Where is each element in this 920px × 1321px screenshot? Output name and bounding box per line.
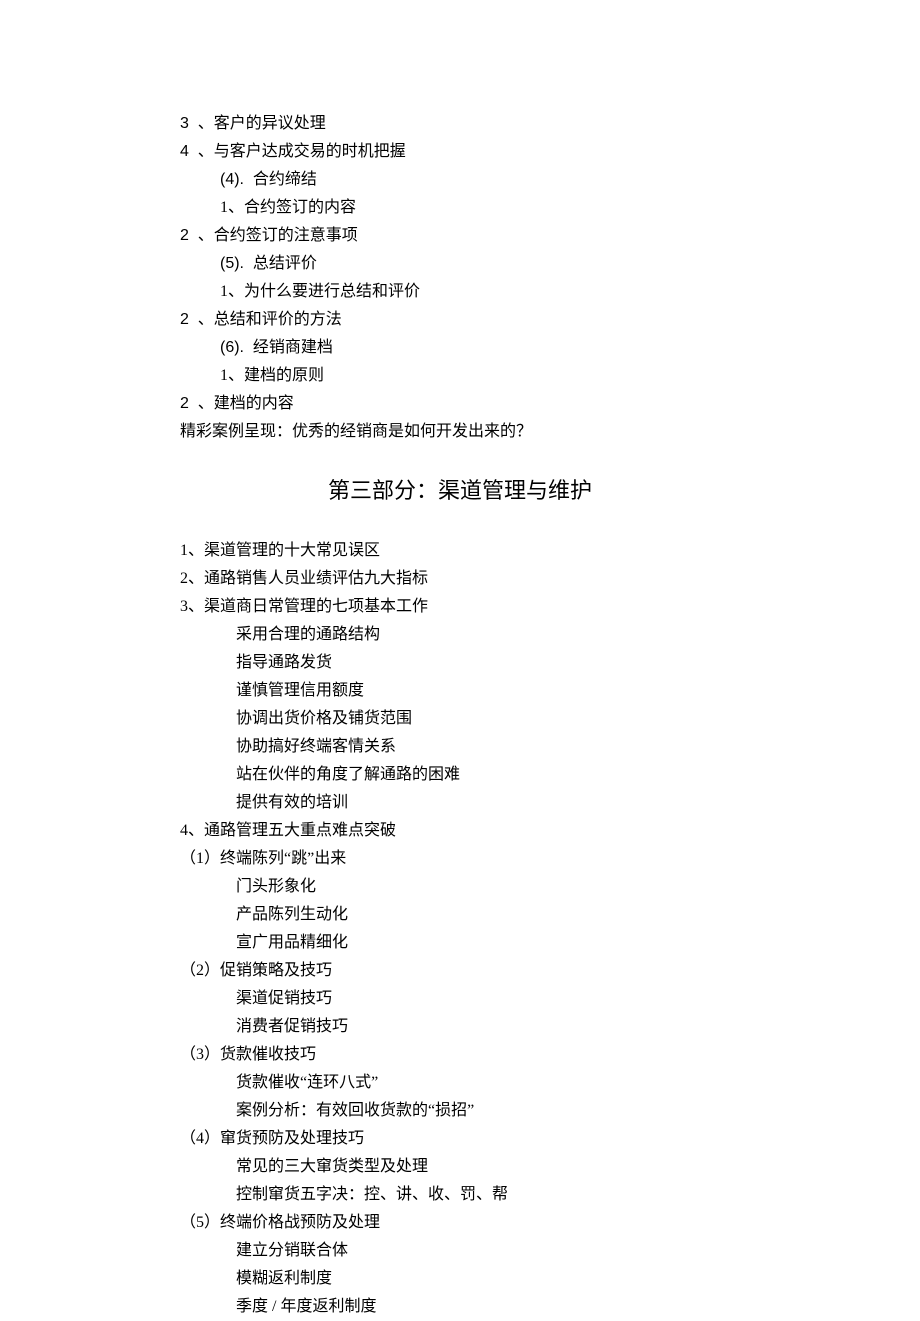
outline-line: （4）窜货预防及处理技巧 [180,1125,740,1153]
outline-line: 4 、与客户达成交易的时机把握 [180,138,740,166]
outline-line: 3、渠道商日常管理的七项基本工作 [180,593,740,621]
document-page: 3 、客户的异议处理4 、与客户达成交易的时机把握(4). 合约缔结1、合约签订… [0,0,920,1321]
outline-line: 案例分析：有效回收货款的“损招” [180,1097,740,1125]
outline-line: 2 、建档的内容 [180,390,740,418]
outline-line: 宣广用品精细化 [180,929,740,957]
bottom-outline-block: 1、渠道管理的十大常见误区2、通路销售人员业绩评估九大指标3、渠道商日常管理的七… [180,537,740,1321]
outline-line: 协助搞好终端客情关系 [180,733,740,761]
outline-line: 协调出货价格及铺货范围 [180,705,740,733]
outline-line: 精彩案例呈现：优秀的经销商是如何开发出来的？ [180,418,740,446]
outline-line: 建立分销联合体 [180,1237,740,1265]
outline-line: 产品陈列生动化 [180,901,740,929]
outline-line: 1、合约签订的内容 [180,194,740,222]
outline-line: 门头形象化 [180,873,740,901]
outline-line: (4). 合约缔结 [180,166,740,194]
outline-line: （3）货款催收技巧 [180,1041,740,1069]
outline-line: 模糊返利制度 [180,1265,740,1293]
outline-line: 常见的三大窜货类型及处理 [180,1153,740,1181]
outline-line: 2 、合约签订的注意事项 [180,222,740,250]
outline-line: （1）终端陈列“跳”出来 [180,845,740,873]
outline-line: 2 、总结和评价的方法 [180,306,740,334]
outline-line: 控制窜货五字决：控、讲、收、罚、帮 [180,1181,740,1209]
outline-line: 消费者促销技巧 [180,1013,740,1041]
outline-line: 1、建档的原则 [180,362,740,390]
outline-line: 渠道促销技巧 [180,985,740,1013]
outline-line: 站在伙伴的角度了解通路的困难 [180,761,740,789]
outline-line: 提供有效的培训 [180,789,740,817]
top-outline-block: 3 、客户的异议处理4 、与客户达成交易的时机把握(4). 合约缔结1、合约签订… [180,110,740,446]
outline-line: (5). 总结评价 [180,250,740,278]
outline-line: 季度 / 年度返利制度 [180,1293,740,1321]
outline-line: (6). 经销商建档 [180,334,740,362]
outline-line: （2）促销策略及技巧 [180,957,740,985]
outline-line: 2、通路销售人员业绩评估九大指标 [180,565,740,593]
outline-line: （5）终端价格战预防及处理 [180,1209,740,1237]
outline-line: 采用合理的通路结构 [180,621,740,649]
outline-line: 1、渠道管理的十大常见误区 [180,537,740,565]
outline-line: 谨慎管理信用额度 [180,677,740,705]
outline-line: 3 、客户的异议处理 [180,110,740,138]
outline-line: 货款催收“连环八式” [180,1069,740,1097]
outline-line: 4、通路管理五大重点难点突破 [180,817,740,845]
section-heading: 第三部分：渠道管理与维护 [180,472,740,511]
outline-line: 1、为什么要进行总结和评价 [180,278,740,306]
outline-line: 指导通路发货 [180,649,740,677]
